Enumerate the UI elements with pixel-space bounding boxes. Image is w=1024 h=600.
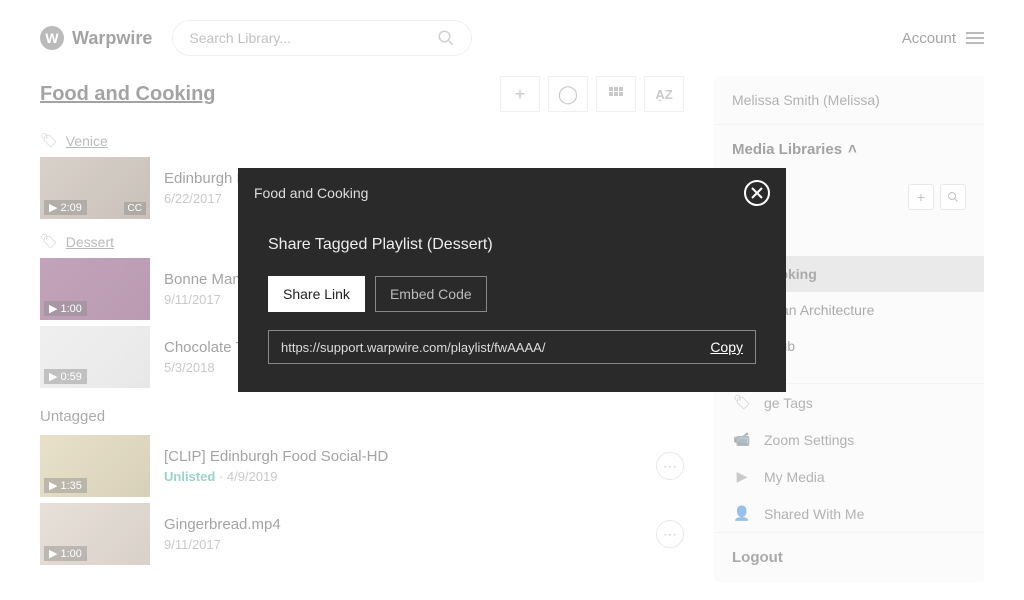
modal-breadcrumb: Food and Cooking — [254, 185, 744, 201]
share-url-input[interactable] — [281, 340, 700, 355]
copy-button[interactable]: Copy — [710, 339, 743, 355]
share-modal: Food and Cooking Share Tagged Playlist (… — [238, 168, 786, 392]
tab-share-link[interactable]: Share Link — [268, 276, 365, 312]
close-button[interactable] — [744, 180, 770, 206]
modal-heading: Share Tagged Playlist (Dessert) — [268, 236, 756, 254]
tab-embed-code[interactable]: Embed Code — [375, 276, 487, 312]
close-icon — [750, 186, 764, 200]
share-url-row: Copy — [268, 330, 756, 364]
modal-overlay[interactable]: Food and Cooking Share Tagged Playlist (… — [0, 0, 1024, 600]
